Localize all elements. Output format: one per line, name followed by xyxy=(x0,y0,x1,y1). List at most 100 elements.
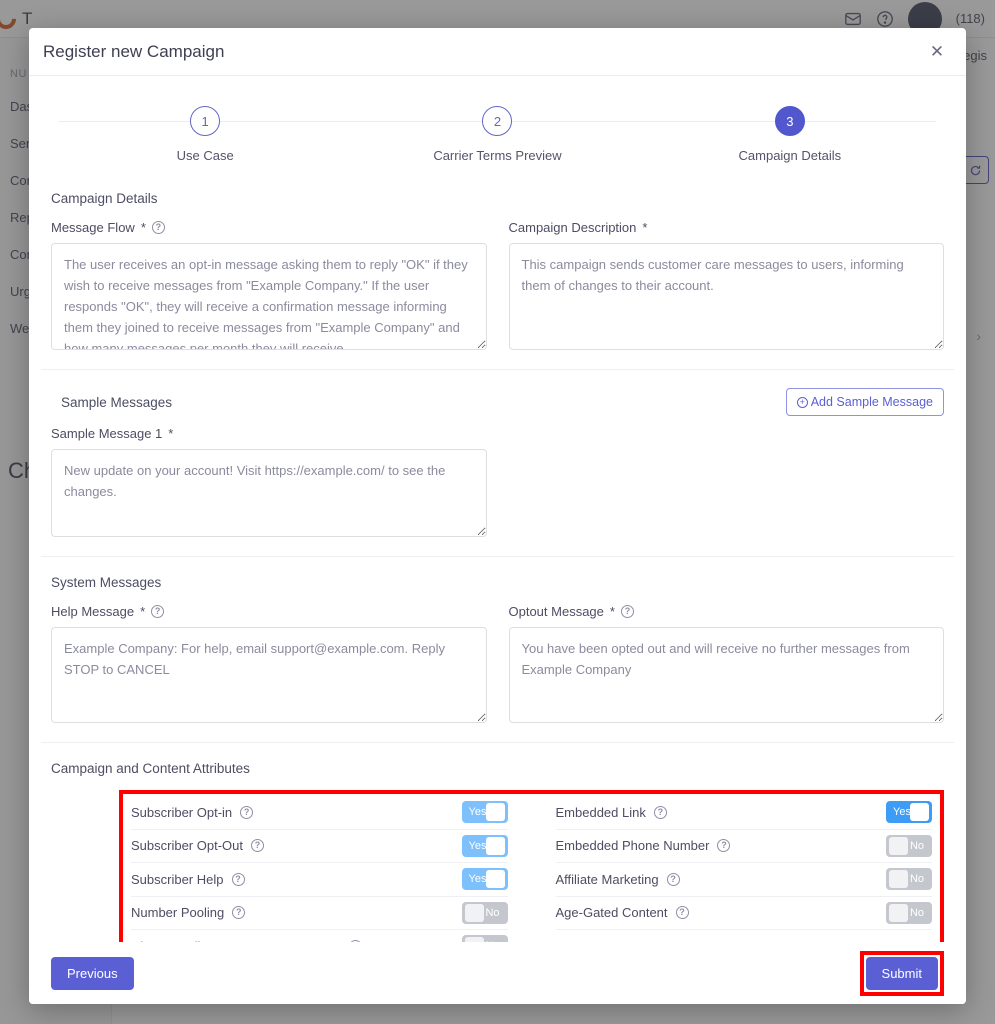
attribute-row-age-gated-content: Age-Gated Content? No xyxy=(555,897,932,930)
toggle-knob xyxy=(464,903,484,922)
attribute-toggle-wrapper: No xyxy=(886,901,932,924)
step-use-case[interactable]: 1 Use Case xyxy=(59,106,351,163)
help-icon[interactable]: ? xyxy=(348,939,362,942)
attribute-row-number-pooling: Number Pooling? No xyxy=(131,897,508,930)
attributes-column-left: Subscriber Opt-in? Yes Subscriber Opt-Out?… xyxy=(131,796,508,942)
sample-message-fields: Sample Message 1 * xyxy=(41,426,954,542)
optout-message-label-text: Optout Message xyxy=(508,604,604,619)
message-flow-label-text: Message Flow xyxy=(51,220,135,235)
attribute-label-text: Age-Gated Content xyxy=(555,905,668,921)
help-message-input[interactable] xyxy=(51,627,487,723)
help-icon[interactable]: ? xyxy=(231,872,245,886)
help-icon[interactable]: ? xyxy=(675,906,689,920)
toggle-embedded-phone-number[interactable]: No xyxy=(886,834,932,857)
sample-message-1-input[interactable] xyxy=(51,449,487,537)
toggle-state-label: No xyxy=(485,935,499,942)
attribute-toggle-wrapper: No xyxy=(461,901,508,924)
system-message-fields: Help Message * ? Optout Message * ? xyxy=(41,604,954,728)
section-system-messages-title: System Messages xyxy=(51,575,162,590)
close-icon[interactable]: ✕ xyxy=(926,41,948,63)
toggle-subscriber-help[interactable]: Yes xyxy=(461,868,508,891)
attribute-row-embedded-phone-number: Embedded Phone Number? No xyxy=(555,830,932,863)
message-flow-required: * xyxy=(140,220,146,235)
toggle-state-label: Yes xyxy=(468,873,487,886)
attribute-label-text: Direct Lending or Loan Arrangement xyxy=(131,939,341,942)
toggle-age-gated-content[interactable]: No xyxy=(886,901,932,924)
toggle-direct-lending-or-loan-arrangement[interactable]: No xyxy=(461,935,508,942)
toggle-embedded-link[interactable]: Yes xyxy=(886,801,932,824)
toggle-state-label: Yes xyxy=(893,806,911,819)
toggle-state-label: No xyxy=(909,839,924,852)
attribute-label-text: Number Pooling xyxy=(131,905,225,921)
help-icon[interactable]: ? xyxy=(151,221,165,234)
attribute-toggle-wrapper: No xyxy=(886,834,932,857)
attribute-row-embedded-link: Embedded Link? Yes xyxy=(555,796,932,830)
help-icon[interactable]: ? xyxy=(151,605,165,618)
help-icon[interactable]: ? xyxy=(232,906,246,920)
toggle-state-label: No xyxy=(485,906,500,919)
toggle-knob xyxy=(485,870,505,889)
message-flow-input[interactable] xyxy=(51,243,487,350)
step-campaign-details[interactable]: 3 Campaign Details xyxy=(644,106,936,163)
step-3-label: Campaign Details xyxy=(738,148,842,163)
attribute-label: Subscriber Opt-in? xyxy=(131,805,254,820)
help-message-label-text: Help Message xyxy=(51,604,135,619)
step-carrier-terms-preview[interactable]: 2 Carrier Terms Preview xyxy=(351,106,643,163)
attribute-row-subscriber-help: Subscriber Help? Yes xyxy=(131,863,508,897)
attribute-label: Subscriber Opt-Out? xyxy=(131,838,264,853)
step-1-label: Use Case xyxy=(176,148,234,163)
message-flow-label: Message Flow * ? xyxy=(51,220,487,235)
attribute-row-subscriber-opt-out: Subscriber Opt-Out? Yes xyxy=(131,830,508,863)
help-icon[interactable]: ? xyxy=(251,839,264,853)
toggle-affiliate-marketing[interactable]: No xyxy=(886,868,932,891)
previous-button[interactable]: Previous xyxy=(51,956,134,990)
help-icon[interactable]: ? xyxy=(653,805,667,819)
attribute-label: Affiliate Marketing? xyxy=(556,872,680,887)
submit-button[interactable]: Submit xyxy=(865,956,938,990)
modal-footer: Previous Submit xyxy=(29,942,966,1004)
toggle-knob xyxy=(464,937,484,942)
help-icon[interactable]: ? xyxy=(717,839,731,853)
campaign-description-field: Campaign Description * xyxy=(508,220,945,355)
attribute-label: Embedded Link? xyxy=(556,805,667,820)
help-icon[interactable]: ? xyxy=(666,872,680,886)
attribute-label: Embedded Phone Number? xyxy=(556,838,731,853)
campaign-description-input[interactable] xyxy=(508,243,944,350)
stepper: 1 Use Case 2 Carrier Terms Preview 3 Cam… xyxy=(59,76,936,173)
sample-message-spacer xyxy=(509,426,945,542)
attribute-row-direct-lending-or-loan-arrangement: Direct Lending or Loan Arrangement? No xyxy=(131,930,508,942)
step-1-number: 1 xyxy=(190,106,221,136)
toggle-knob xyxy=(889,903,908,922)
help-message-required: * xyxy=(140,604,146,619)
step-3-number: 3 xyxy=(774,106,805,136)
optout-message-input[interactable] xyxy=(508,627,944,723)
toggle-knob xyxy=(910,803,929,822)
attribute-label: Subscriber Help? xyxy=(131,872,245,887)
toggle-knob xyxy=(889,870,908,889)
toggle-subscriber-opt-in[interactable]: Yes xyxy=(461,801,508,824)
toggle-knob xyxy=(485,803,505,822)
toggle-state-label: Yes xyxy=(468,806,487,819)
attribute-label-text: Embedded Phone Number xyxy=(555,838,710,854)
attribute-toggle-wrapper: Yes xyxy=(461,834,508,857)
message-flow-field: Message Flow * ? xyxy=(51,220,487,355)
toggle-state-label: No xyxy=(909,873,924,886)
campaign-description-required: * xyxy=(642,220,648,235)
help-icon[interactable]: ? xyxy=(240,805,254,819)
section-campaign-details-title: Campaign Details xyxy=(51,191,158,206)
optout-message-label: Optout Message * ? xyxy=(509,604,945,619)
toggle-state-label: Yes xyxy=(468,839,487,852)
toggle-state-label: No xyxy=(909,906,924,919)
modal-header: Register new Campaign ✕ xyxy=(29,28,966,76)
add-sample-message-button[interactable]: + Add Sample Message xyxy=(785,388,944,416)
attribute-label-text: Embedded Link xyxy=(555,804,646,820)
divider-1 xyxy=(41,369,954,370)
toggle-number-pooling[interactable]: No xyxy=(461,901,508,924)
attribute-label: Age-Gated Content? xyxy=(556,905,689,920)
toggle-subscriber-opt-out[interactable]: Yes xyxy=(461,834,508,857)
help-icon[interactable]: ? xyxy=(620,605,634,618)
attribute-toggle-wrapper: Yes xyxy=(461,868,508,891)
help-message-field: Help Message * ? xyxy=(51,604,487,728)
sample-message-1-required: * xyxy=(168,426,174,441)
campaign-description-label: Campaign Description * xyxy=(509,220,945,235)
